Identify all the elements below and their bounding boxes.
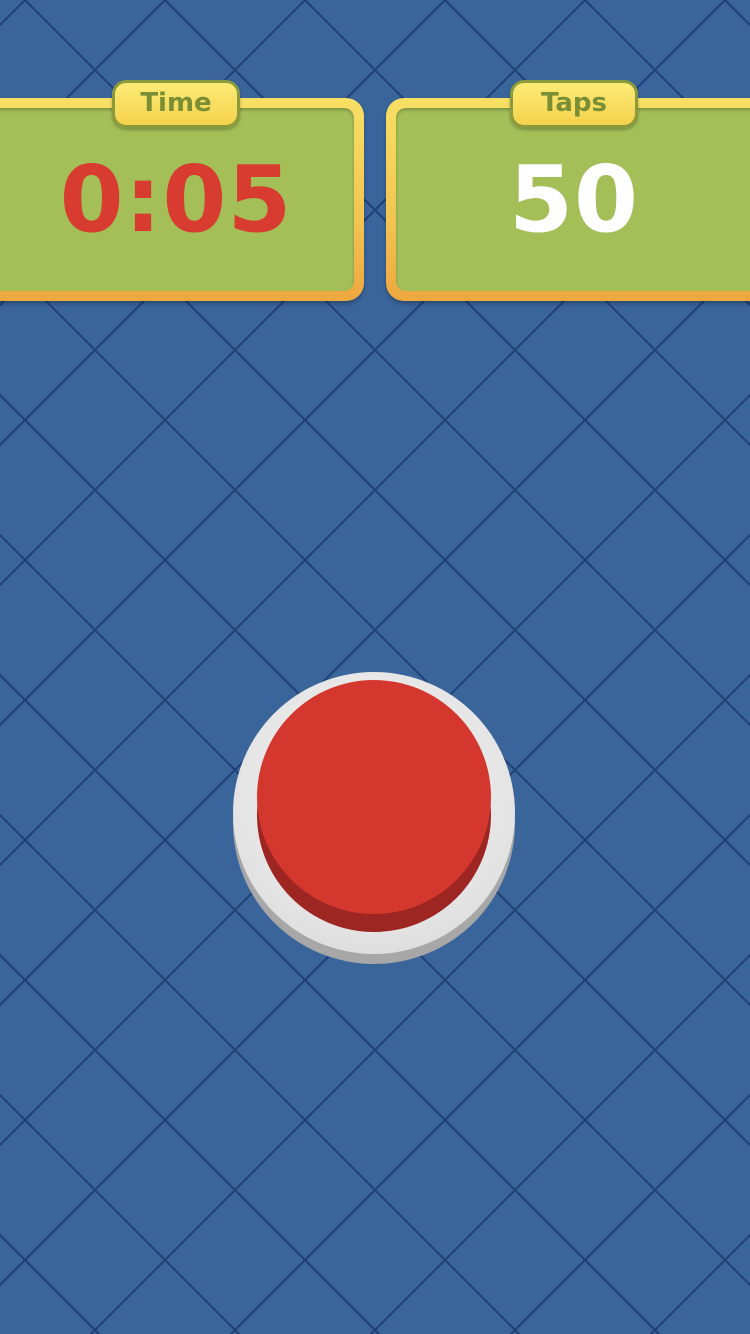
taps-value: 50 bbox=[508, 146, 640, 253]
taps-label: Taps bbox=[510, 80, 638, 128]
time-value: 0:05 bbox=[59, 146, 293, 253]
big-red-button-icon[interactable] bbox=[257, 680, 491, 914]
time-label: Time bbox=[112, 80, 240, 128]
tap-button[interactable] bbox=[233, 672, 517, 964]
